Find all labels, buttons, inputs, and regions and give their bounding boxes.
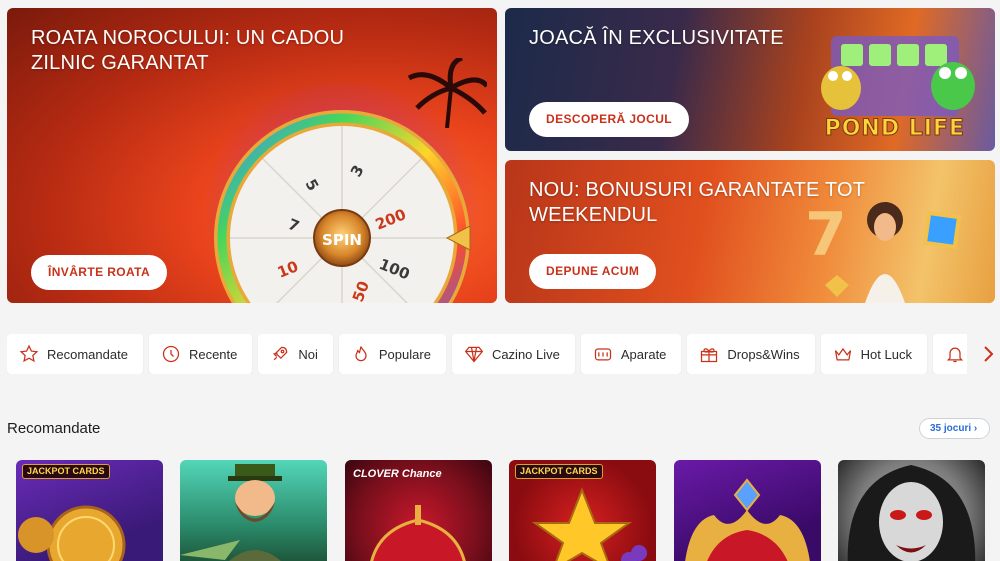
game-tile[interactable]: JACKPOT CARDS xyxy=(509,460,656,561)
banner-title: ROATA NOROCULUI: UN CADOU ZILNIC GARANTA… xyxy=(31,27,345,74)
weekend-bonus-banner[interactable]: 7 NOU: BONUSURI GARANTATE TOT WEEKENDUL … xyxy=(505,160,995,303)
banner-title: NOU: BONUSURI GARANTATE TOT WEEKENDUL xyxy=(529,179,865,226)
category-label: Drops&Wins xyxy=(727,346,800,362)
category-label: Cazino Live xyxy=(491,346,560,362)
game-tile[interactable] xyxy=(674,460,821,561)
category-more[interactable]: B xyxy=(932,334,967,374)
section-title: Recomandate xyxy=(7,420,101,437)
star-icon xyxy=(19,344,39,363)
tile-badge: JACKPOT CARDS xyxy=(22,464,110,480)
diamond-icon xyxy=(464,346,484,363)
deposit-now-button[interactable]: DEPUNE ACUM xyxy=(529,254,657,289)
tile-badge: JACKPOT CARDS xyxy=(515,464,603,480)
gift-icon xyxy=(701,348,718,363)
pond-life-logo: POND LIFE xyxy=(824,116,965,142)
category-label: Hot Luck xyxy=(860,346,912,362)
chevron-right-icon: › xyxy=(973,423,978,434)
category-hot-luck[interactable]: Hot Luck xyxy=(820,334,927,374)
bell-icon xyxy=(946,347,964,363)
wheel-of-fortune-banner[interactable]: ROATA NOROCULUI: UN CADOU ZILNIC GARANTA… xyxy=(7,8,497,303)
game-tile[interactable]: JACKPOT CARDS xyxy=(16,460,163,561)
category-drops-wins[interactable]: Drops&Wins xyxy=(687,334,815,374)
game-tile[interactable] xyxy=(838,460,985,561)
category-slots[interactable]: Aparate xyxy=(580,334,682,374)
fisherman-icon xyxy=(180,464,282,561)
crown-icon xyxy=(834,347,851,361)
category-label: Populare xyxy=(378,346,431,362)
exclusive-game-banner[interactable]: JOACĂ ÎN EXCLUSIVITATE POND LIFE DESCOPE… xyxy=(505,8,995,151)
gold-coin-icon xyxy=(18,505,126,561)
category-label: Noi xyxy=(298,346,318,362)
category-label: Recomandate xyxy=(47,346,128,362)
rocket-icon xyxy=(273,346,288,361)
star-icon xyxy=(531,487,647,561)
category-popular[interactable]: Populare xyxy=(338,334,446,374)
clock-icon xyxy=(162,345,180,363)
spin-wheel-button[interactable]: ÎNVÂRTE ROATA xyxy=(31,255,168,290)
game-tile[interactable]: CLOVER Chance xyxy=(345,460,492,561)
fortune-wheel-icon: 5 3 200 100 10 7 20 50 SPIN xyxy=(214,110,471,303)
category-label: Aparate xyxy=(620,346,667,362)
category-bar: Recomandate Recente Noi Populare Cazino … xyxy=(7,334,967,374)
category-recent[interactable]: Recente xyxy=(148,334,253,374)
slot-machine-icon xyxy=(594,348,611,361)
category-label: Recente xyxy=(188,346,238,362)
crown-icon xyxy=(370,505,466,561)
wheel-spin-label: SPIN xyxy=(322,231,362,249)
discover-game-button[interactable]: DESCOPERĂ JOCUL xyxy=(529,102,690,137)
category-new[interactable]: Noi xyxy=(258,334,333,374)
category-live-casino[interactable]: Cazino Live xyxy=(451,334,575,374)
games-count-link[interactable]: 35 jocuri › xyxy=(919,418,991,439)
banner-title: JOACĂ ÎN EXCLUSIVITATE xyxy=(529,27,784,49)
game-tile[interactable] xyxy=(180,460,327,561)
jeweled-crown-icon xyxy=(685,478,810,561)
flame-icon xyxy=(355,346,367,362)
category-recommended[interactable]: Recomandate xyxy=(7,334,143,374)
tile-badge: CLOVER Chance xyxy=(353,468,442,480)
horror-face-icon xyxy=(847,465,976,561)
games-count-label: 35 jocuri xyxy=(930,423,972,434)
chevron-right-icon[interactable] xyxy=(980,345,996,363)
